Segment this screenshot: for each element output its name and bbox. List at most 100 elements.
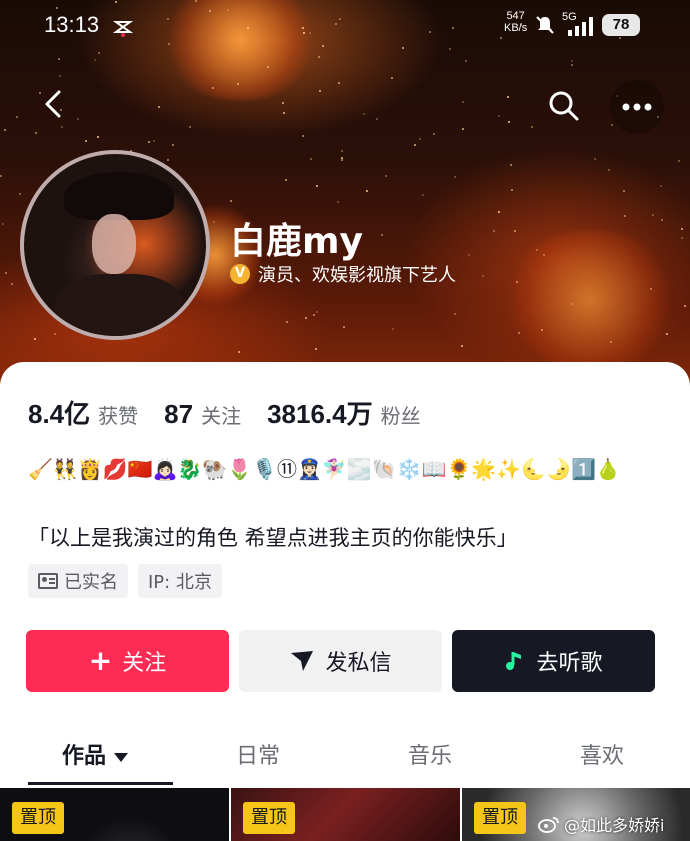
music-button[interactable]: 去听歌 [452, 630, 655, 692]
spark-decoration [531, 126, 533, 128]
profile-username: 白鹿my [230, 221, 363, 262]
spark-decoration [666, 333, 668, 335]
spark-decoration [652, 214, 654, 216]
tab-works-label: 作品 [62, 744, 107, 769]
message-label: 发私信 [325, 651, 392, 676]
ip-location-label: IP: 北京 [148, 572, 212, 593]
id-card-icon [38, 573, 58, 589]
follow-label: 关注 [122, 651, 167, 676]
notification-app-icon [112, 21, 134, 37]
followers-label[interactable]: 粉丝 [381, 400, 421, 429]
spark-decoration [536, 249, 538, 251]
spark-decoration [212, 87, 214, 89]
spark-decoration [392, 328, 394, 330]
caret-down-icon [114, 752, 129, 762]
spark-decoration [319, 90, 321, 92]
plus-icon: + [88, 644, 113, 677]
spark-decoration [376, 118, 378, 120]
spark-decoration [98, 52, 100, 54]
spark-decoration [153, 140, 155, 142]
spark-decoration [511, 189, 513, 191]
spark-decoration [343, 326, 345, 328]
flame-decoration [500, 230, 680, 370]
spark-decoration [0, 175, 2, 177]
spark-decoration [282, 102, 284, 104]
send-icon [291, 651, 314, 671]
spark-decoration [158, 106, 160, 108]
follow-button[interactable]: + 关注 [26, 630, 229, 692]
spark-decoration [213, 221, 215, 223]
signal-icon [568, 17, 593, 36]
spark-decoration [571, 60, 573, 62]
spark-decoration [35, 132, 37, 134]
bio-text: 「以上是我演过的角色 希望点进我主页的你能快乐」 [28, 526, 518, 550]
spark-decoration [571, 303, 573, 305]
status-bar: 13:13 547 KB/s 5G 78 [0, 8, 690, 42]
status-time: 13:13 [44, 12, 100, 37]
spark-decoration [337, 201, 339, 203]
network-speed-value: 547 [506, 10, 525, 22]
spark-decoration [402, 47, 404, 49]
spark-decoration [305, 317, 307, 319]
profile-card: 8.4亿 获赞 87 关注 3816.4万 粉丝 🧹👯👸💋🇨🇳🙇🏻‍♀️🐉🐏🌷🎙… [0, 362, 690, 841]
avatar-face [92, 214, 136, 274]
spark-decoration [571, 64, 573, 66]
spark-decoration [454, 313, 456, 315]
spark-decoration [514, 230, 516, 232]
music-label: 去听歌 [536, 651, 603, 676]
back-arrow-icon[interactable] [36, 86, 72, 122]
spark-decoration [2, 223, 4, 225]
ip-location-tag: IP: 北京 [138, 564, 222, 598]
spark-decoration [518, 332, 520, 334]
spark-decoration [508, 121, 510, 123]
message-button[interactable]: 发私信 [239, 630, 442, 692]
spark-decoration [465, 60, 467, 62]
avatar-hat [64, 172, 174, 220]
spark-decoration [493, 230, 495, 232]
spark-decoration [468, 254, 470, 256]
spark-decoration [316, 185, 318, 187]
spark-decoration [363, 113, 365, 115]
spark-decoration [58, 58, 60, 60]
music-note-icon [506, 652, 522, 670]
avatar[interactable] [20, 150, 210, 340]
spark-decoration [608, 169, 610, 171]
spark-decoration [678, 160, 680, 162]
spark-decoration [97, 136, 99, 138]
watermark-text: @如此多娇娇i [564, 816, 665, 835]
avatar-body [54, 274, 184, 336]
pinned-badge: 置顶 [12, 802, 64, 834]
spark-decoration [449, 48, 451, 50]
video-thumbnail[interactable]: 置顶 [231, 788, 460, 841]
video-thumbnail[interactable]: 置顶 [0, 788, 229, 841]
spark-decoration [59, 75, 61, 77]
tab-music[interactable]: 音乐 [408, 738, 452, 770]
spark-decoration [285, 179, 287, 181]
weibo-watermark: @如此多娇娇i [538, 812, 664, 836]
followers-count[interactable]: 3816.4万 [267, 394, 373, 431]
spark-decoration [684, 305, 686, 307]
spark-decoration [313, 314, 315, 316]
following-label[interactable]: 关注 [201, 400, 241, 429]
more-options-button[interactable] [610, 80, 664, 134]
spark-decoration [454, 176, 456, 178]
following-count[interactable]: 87 [164, 399, 193, 430]
tab-daily[interactable]: 日常 [236, 738, 280, 770]
spark-decoration [94, 59, 96, 61]
spark-decoration [283, 112, 285, 114]
tab-likes[interactable]: 喜欢 [580, 738, 624, 770]
verified-badge-icon: V [230, 264, 250, 284]
spark-decoration [16, 116, 18, 118]
spark-decoration [195, 0, 197, 2]
spark-decoration [61, 126, 63, 128]
spark-decoration [381, 234, 383, 236]
spark-decoration [462, 128, 464, 130]
likes-count: 8.4亿 [28, 399, 91, 429]
search-icon[interactable] [544, 86, 584, 126]
spark-decoration [322, 45, 324, 47]
spark-decoration [516, 281, 518, 283]
tab-works[interactable]: 作品 [62, 738, 129, 770]
spark-decoration [341, 150, 343, 152]
bell-muted-icon [536, 16, 554, 34]
pinned-badge: 置顶 [474, 802, 526, 834]
